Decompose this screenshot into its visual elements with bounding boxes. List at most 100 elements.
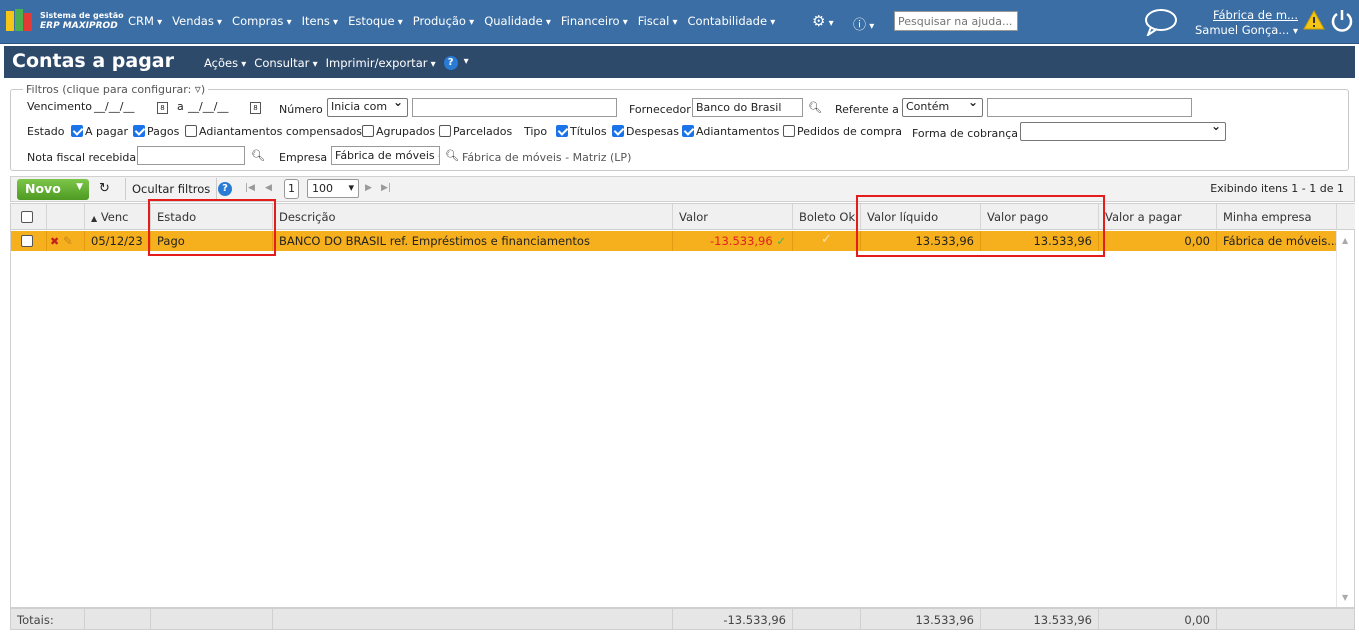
novo-dropdown-icon[interactable]: ▼	[76, 182, 83, 192]
tipo-pedidos-label[interactable]: Pedidos de compra	[797, 125, 902, 138]
row-valor-pago[interactable]: 13.533,96	[981, 231, 1099, 251]
row-valor: -13.533,96	[710, 234, 773, 248]
fornecedor-search-icon[interactable]: 🔍︎	[808, 101, 822, 114]
user-name[interactable]: Samuel Gonça...	[1195, 23, 1289, 37]
col-boleto-ok-header[interactable]: Boleto Ok	[793, 204, 861, 230]
empresa-search-icon[interactable]: 🔍︎	[445, 149, 459, 162]
company-link[interactable]: Fábrica de m...	[1193, 8, 1298, 23]
empresa-input[interactable]: Fábrica de móveis -	[331, 146, 440, 165]
prev-page-icon[interactable]: ◀	[265, 183, 272, 193]
power-logout-icon[interactable]	[1331, 8, 1353, 32]
filters-legend-text[interactable]: Filtros (clique para configurar:	[26, 83, 191, 96]
numero-input[interactable]	[412, 98, 617, 117]
estado-pagos-checkbox[interactable]: Pagos	[133, 125, 179, 138]
referente-input[interactable]	[987, 98, 1192, 117]
page-help-dropdown-icon[interactable]: ▾	[464, 56, 469, 70]
menu-estoque[interactable]: Estoque	[348, 14, 403, 28]
warning-icon[interactable]	[1303, 10, 1325, 30]
refresh-icon[interactable]: ↻	[99, 181, 110, 196]
first-page-icon[interactable]: |◀	[245, 183, 255, 193]
next-page-icon[interactable]: ▶	[365, 183, 372, 193]
col-estado-header[interactable]: Estado	[151, 204, 273, 230]
menu-imprimir-exportar[interactable]: Imprimir/exportar	[326, 56, 436, 70]
estado-adiantamentos-label[interactable]: Adiantamentos compensados	[199, 125, 362, 138]
select-all-header[interactable]	[11, 204, 47, 230]
calendar-from-icon[interactable]: 8	[157, 102, 168, 114]
forma-cobranca-select[interactable]	[1020, 119, 1226, 141]
col-valor-header[interactable]: Valor	[673, 204, 793, 230]
scroll-up-icon[interactable]: ▲	[1342, 236, 1348, 245]
tipo-adiantamentos-label[interactable]: Adiantamentos	[696, 125, 779, 138]
select-all-checkbox[interactable]	[21, 211, 33, 223]
calendar-to-icon[interactable]: 8	[250, 102, 261, 114]
referente-mode-select[interactable]: Contém	[902, 95, 983, 117]
ocultar-filtros-button[interactable]: Ocultar filtros	[125, 178, 218, 200]
menu-crm[interactable]: CRM	[128, 14, 162, 28]
estado-pagos-label[interactable]: Pagos	[147, 125, 179, 138]
menu-compras[interactable]: Compras	[232, 14, 292, 28]
page-help-icon[interactable]: ?	[443, 56, 458, 70]
tipo-despesas-label[interactable]: Despesas	[626, 125, 679, 138]
row-valor-a-pagar[interactable]: 0,00	[1099, 231, 1217, 251]
menu-consultar[interactable]: Consultar	[254, 56, 317, 70]
filters-legend[interactable]: Filtros (clique para configurar: ▿)	[23, 82, 209, 96]
row-checkbox[interactable]	[21, 235, 33, 247]
menu-acoes[interactable]: Ações	[204, 56, 246, 70]
fornecedor-input[interactable]: Banco do Brasil	[692, 98, 803, 117]
last-page-icon[interactable]: ▶|	[381, 183, 391, 193]
col-venc-header[interactable]: ▲ Venc	[85, 204, 151, 230]
menu-contabilidade[interactable]: Contabilidade	[688, 14, 776, 28]
delete-icon[interactable]: ✖	[50, 235, 59, 248]
estado-a-pagar-label[interactable]: A pagar	[85, 125, 128, 138]
menu-qualidade[interactable]: Qualidade	[484, 14, 551, 28]
col-descricao-header[interactable]: Descrição	[273, 204, 673, 230]
menu-producao[interactable]: Produção	[413, 14, 474, 28]
estado-parcelados-checkbox[interactable]: Parcelados	[439, 125, 512, 138]
menu-financeiro[interactable]: Financeiro	[561, 14, 628, 28]
user-area[interactable]: Fábrica de m... Samuel Gonça... ▾	[1193, 8, 1298, 39]
menu-fiscal[interactable]: Fiscal	[638, 14, 678, 28]
app-logo[interactable]	[6, 9, 34, 33]
row-estado[interactable]: Pago	[151, 231, 273, 251]
row-select-cell[interactable]	[11, 231, 47, 251]
scroll-down-icon[interactable]: ▼	[1342, 593, 1348, 602]
col-minha-empresa-header[interactable]: Minha empresa	[1217, 204, 1337, 230]
page-size-select[interactable]: 100	[307, 179, 359, 198]
row-valor-liquido[interactable]: 13.533,96	[861, 231, 981, 251]
menu-vendas[interactable]: Vendas	[172, 14, 222, 28]
row-valor-cell[interactable]: -13.533,96 ✓	[673, 231, 793, 251]
page-menu: Ações Consultar Imprimir/exportar ? ▾	[204, 56, 469, 70]
edit-pencil-icon[interactable]: ✎	[63, 234, 73, 248]
row-minha-empresa[interactable]: Fábrica de móveis...	[1217, 231, 1337, 251]
estado-parcelados-label[interactable]: Parcelados	[453, 125, 512, 138]
vencimento-to-input[interactable]: __/__/__	[188, 100, 228, 113]
estado-a-pagar-checkbox[interactable]: A pagar	[71, 125, 128, 138]
page-number-input[interactable]: 1	[284, 179, 299, 199]
estado-adiantamentos-checkbox[interactable]: Adiantamentos compensados	[185, 125, 362, 138]
filter-funnel-icon[interactable]: ▿	[195, 82, 201, 96]
grid-help-icon[interactable]: ?	[218, 182, 232, 196]
tipo-titulos-checkbox[interactable]: Títulos	[556, 125, 607, 138]
row-descricao[interactable]: BANCO DO BRASIL ref. Empréstimos e finan…	[273, 231, 673, 251]
numero-mode-select[interactable]: Inicia com	[327, 95, 408, 117]
grid-scrollbar[interactable]: ▲ ▼	[1336, 231, 1354, 607]
estado-agrupados-checkbox[interactable]: Agrupados	[362, 125, 435, 138]
novo-button[interactable]: Novo ▼	[17, 179, 89, 200]
vencimento-from-input[interactable]: __/__/__	[94, 100, 134, 113]
help-menu-icon[interactable]: ⓘ ▾	[853, 14, 874, 33]
tipo-pedidos-checkbox[interactable]: Pedidos de compra	[783, 125, 902, 138]
tipo-titulos-label[interactable]: Títulos	[570, 125, 607, 138]
chat-bubble-icon[interactable]	[1143, 8, 1179, 36]
nf-search-icon[interactable]: 🔍︎	[251, 149, 265, 162]
nf-input[interactable]	[137, 146, 245, 165]
col-valor-liquido-header[interactable]: Valor líquido	[861, 204, 981, 230]
menu-itens[interactable]: Itens	[302, 14, 338, 28]
col-valor-pago-header[interactable]: Valor pago	[981, 204, 1099, 230]
estado-agrupados-label[interactable]: Agrupados	[376, 125, 435, 138]
col-valor-a-pagar-header[interactable]: Valor a pagar	[1099, 204, 1217, 230]
row-venc[interactable]: 05/12/23	[85, 231, 151, 251]
settings-gear-icon[interactable]: ⚙ ▾	[812, 12, 834, 30]
tipo-despesas-checkbox[interactable]: Despesas	[612, 125, 679, 138]
help-search-input[interactable]	[894, 11, 1018, 31]
tipo-adiantamentos-checkbox[interactable]: Adiantamentos	[682, 125, 779, 138]
